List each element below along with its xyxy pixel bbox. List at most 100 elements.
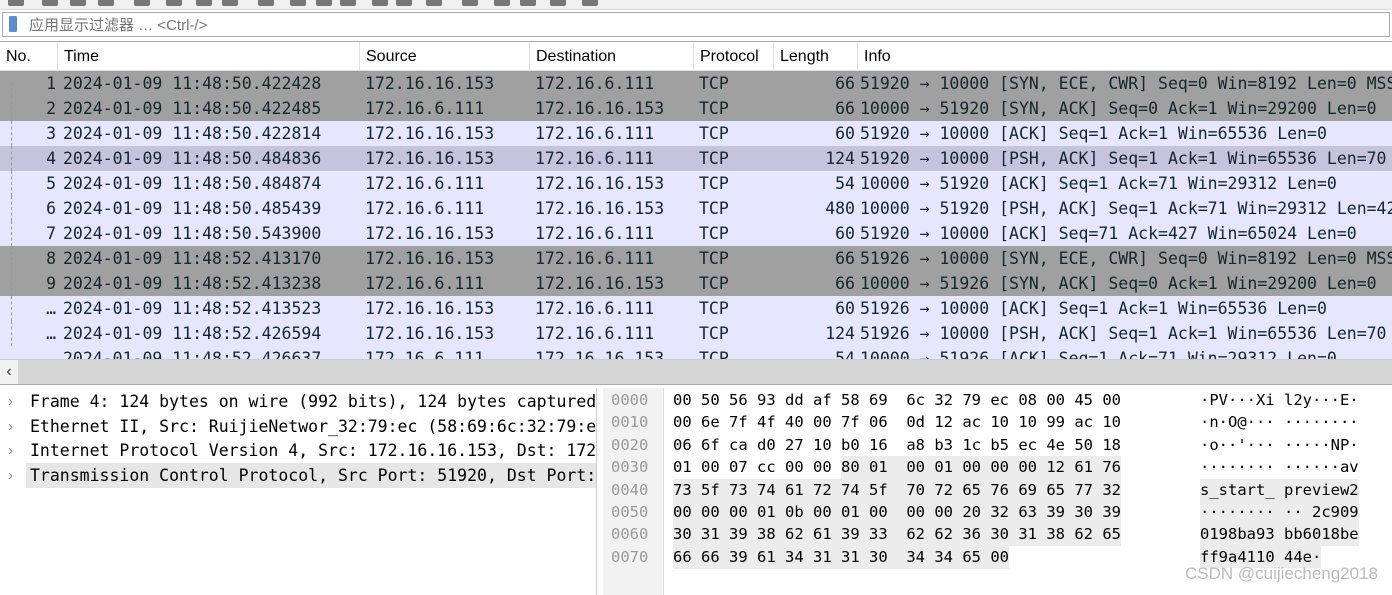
toolbar-icon[interactable] bbox=[550, 0, 566, 6]
hex-byte[interactable]: 00 bbox=[701, 501, 729, 524]
hex-byte[interactable]: 07 bbox=[729, 456, 757, 479]
hex-byte[interactable]: b5 bbox=[990, 434, 1018, 457]
detail-tree-item[interactable]: › Transmission Control Protocol, Src Port… bbox=[8, 463, 596, 488]
hex-bytes[interactable]: 30 31 39 38 62 61 39 33 62 62 36 30 31 3… bbox=[673, 523, 1121, 547]
hex-byte[interactable]: 00 bbox=[813, 501, 841, 524]
hex-byte[interactable]: 7f bbox=[729, 411, 757, 434]
toolbar-icon[interactable] bbox=[396, 0, 412, 6]
hex-byte[interactable]: 73 bbox=[729, 478, 757, 502]
hex-byte[interactable]: 33 bbox=[869, 523, 907, 547]
hex-byte[interactable]: 74 bbox=[757, 478, 785, 502]
packet-row[interactable]: 4 2024-01-09 11:48:50.484836 172.16.16.153… bbox=[0, 146, 1392, 171]
hex-byte[interactable]: 10 bbox=[1102, 411, 1121, 434]
hex-byte[interactable]: 38 bbox=[757, 523, 785, 547]
hex-byte[interactable]: ec bbox=[990, 389, 1018, 412]
hex-byte[interactable]: 39 bbox=[729, 523, 757, 547]
hex-byte[interactable]: 31 bbox=[841, 545, 869, 569]
hex-byte[interactable]: 31 bbox=[813, 545, 841, 569]
hex-byte[interactable]: 93 bbox=[757, 389, 785, 412]
hex-byte[interactable]: 30 bbox=[869, 545, 907, 569]
hex-ascii[interactable]: ·PV···Xi l2y···E· bbox=[1200, 389, 1359, 411]
hex-byte[interactable]: 39 bbox=[841, 523, 869, 547]
hex-byte[interactable]: 50 bbox=[701, 389, 729, 412]
hex-byte[interactable]: 12 bbox=[934, 411, 962, 434]
hex-byte[interactable]: 0d bbox=[906, 411, 934, 434]
toolbar-icon[interactable] bbox=[340, 0, 356, 6]
hex-byte[interactable]: 08 bbox=[1018, 389, 1046, 412]
hex-byte[interactable]: 00 bbox=[1018, 456, 1047, 480]
hex-byte[interactable]: 32 bbox=[1102, 478, 1121, 502]
hex-byte[interactable]: 39 bbox=[1046, 501, 1075, 524]
packet-row[interactable]: 9 2024-01-09 11:48:52.413238 172.16.6.111 1… bbox=[0, 271, 1392, 296]
detail-tree-item[interactable]: › Internet Protocol Version 4, Src: 172.1… bbox=[0, 438, 596, 463]
hex-byte[interactable]: 6e bbox=[701, 411, 729, 434]
hex-byte[interactable]: 01 bbox=[673, 456, 701, 479]
packet-row[interactable]: 3 2024-01-09 11:48:50.422814 172.16.16.153… bbox=[0, 121, 1392, 146]
toolbar-icon[interactable] bbox=[316, 0, 332, 6]
hex-byte[interactable]: 30 bbox=[990, 523, 1019, 547]
hex-byte[interactable]: 65 bbox=[1046, 478, 1075, 502]
hex-byte[interactable]: 76 bbox=[1102, 456, 1121, 480]
hex-byte[interactable]: af bbox=[813, 389, 841, 412]
horizontal-scrollbar[interactable]: ‹ bbox=[0, 359, 1392, 385]
toolbar-icon[interactable] bbox=[222, 0, 238, 6]
toolbar-icon[interactable] bbox=[8, 0, 24, 6]
packet-row[interactable]: 7 2024-01-09 11:48:50.543900 172.16.16.153… bbox=[0, 221, 1392, 246]
hex-byte[interactable]: 10 bbox=[1018, 411, 1046, 434]
hex-byte[interactable]: 1c bbox=[962, 434, 990, 457]
hex-ascii[interactable]: s_start_ preview2 bbox=[1200, 478, 1359, 501]
hex-byte[interactable]: 62 bbox=[1074, 523, 1103, 547]
hex-byte[interactable]: 00 bbox=[1046, 389, 1074, 412]
hex-bytes[interactable]: 00 6e 7f 4f 40 00 7f 06 0d 12 ac 10 10 9… bbox=[673, 411, 1121, 433]
packet-row[interactable]: 5 2024-01-09 11:48:50.484874 172.16.6.111 1… bbox=[0, 171, 1392, 196]
packet-row[interactable]: 1 2024-01-09 11:48:50.422428 172.16.16.153… bbox=[0, 71, 1392, 96]
hex-byte[interactable]: ec bbox=[1018, 434, 1046, 457]
hex-byte[interactable]: 62 bbox=[785, 523, 813, 547]
hex-byte[interactable]: 38 bbox=[1046, 523, 1075, 547]
hex-byte[interactable]: 39 bbox=[1102, 501, 1121, 524]
toolbar-icon[interactable] bbox=[42, 0, 58, 6]
hex-byte[interactable]: 79 bbox=[962, 389, 990, 412]
hex-byte[interactable]: 00 bbox=[701, 456, 729, 479]
hex-byte[interactable]: 61 bbox=[813, 523, 841, 547]
hex-byte[interactable]: 36 bbox=[962, 523, 991, 547]
hex-byte[interactable]: 00 bbox=[785, 456, 813, 479]
hex-byte[interactable]: 70 bbox=[906, 478, 935, 502]
hex-byte[interactable]: 4e bbox=[1046, 434, 1074, 457]
hex-byte[interactable]: 40 bbox=[785, 411, 813, 434]
hex-byte[interactable]: 6c bbox=[906, 389, 934, 412]
hex-byte[interactable]: 66 bbox=[701, 545, 729, 569]
column-header-destination[interactable]: Destination bbox=[530, 42, 694, 70]
hex-byte[interactable]: 06 bbox=[673, 434, 701, 457]
toolbar-icon[interactable] bbox=[196, 0, 212, 6]
hex-byte[interactable]: 00 bbox=[729, 501, 757, 524]
hex-byte[interactable]: 00 bbox=[990, 545, 1009, 569]
hex-byte[interactable]: 00 bbox=[990, 456, 1019, 480]
hex-ascii[interactable]: ········ ······av bbox=[1200, 456, 1359, 478]
packet-row[interactable]: 8 2024-01-09 11:48:52.413170 172.16.16.153… bbox=[0, 246, 1392, 271]
expand-chevron-icon[interactable]: › bbox=[8, 438, 13, 463]
hex-byte[interactable]: 01 bbox=[869, 456, 907, 480]
hex-byte[interactable]: 72 bbox=[934, 478, 963, 502]
hex-byte[interactable]: 32 bbox=[990, 501, 1019, 524]
hex-byte[interactable]: 00 bbox=[673, 501, 701, 524]
hex-bytes[interactable]: 73 5f 73 74 61 72 74 5f 70 72 65 76 69 6… bbox=[673, 478, 1121, 502]
hex-byte[interactable]: cc bbox=[757, 456, 785, 479]
hex-byte[interactable]: 73 bbox=[673, 478, 701, 502]
column-header-length[interactable]: Length bbox=[774, 42, 858, 70]
hex-byte[interactable]: 34 bbox=[906, 545, 935, 569]
toolbar-icon[interactable] bbox=[372, 0, 388, 6]
hex-byte[interactable]: 20 bbox=[962, 501, 991, 524]
toolbar-icon[interactable] bbox=[134, 0, 150, 6]
hex-byte[interactable]: 69 bbox=[1018, 478, 1047, 502]
hex-byte[interactable]: 12 bbox=[1046, 456, 1075, 480]
hex-byte[interactable]: 34 bbox=[785, 545, 813, 569]
toolbar-icon[interactable] bbox=[426, 0, 442, 6]
hex-byte[interactable]: 50 bbox=[1074, 434, 1102, 457]
hex-byte[interactable]: ca bbox=[729, 434, 757, 457]
hex-bytes[interactable]: 66 66 39 61 34 31 31 30 34 34 65 00 bbox=[673, 545, 1009, 569]
hex-byte[interactable]: 00 bbox=[813, 411, 841, 434]
hex-byte[interactable]: 0b bbox=[785, 501, 813, 524]
hex-byte[interactable]: 00 bbox=[934, 501, 963, 524]
hex-byte[interactable]: 65 bbox=[962, 478, 991, 502]
